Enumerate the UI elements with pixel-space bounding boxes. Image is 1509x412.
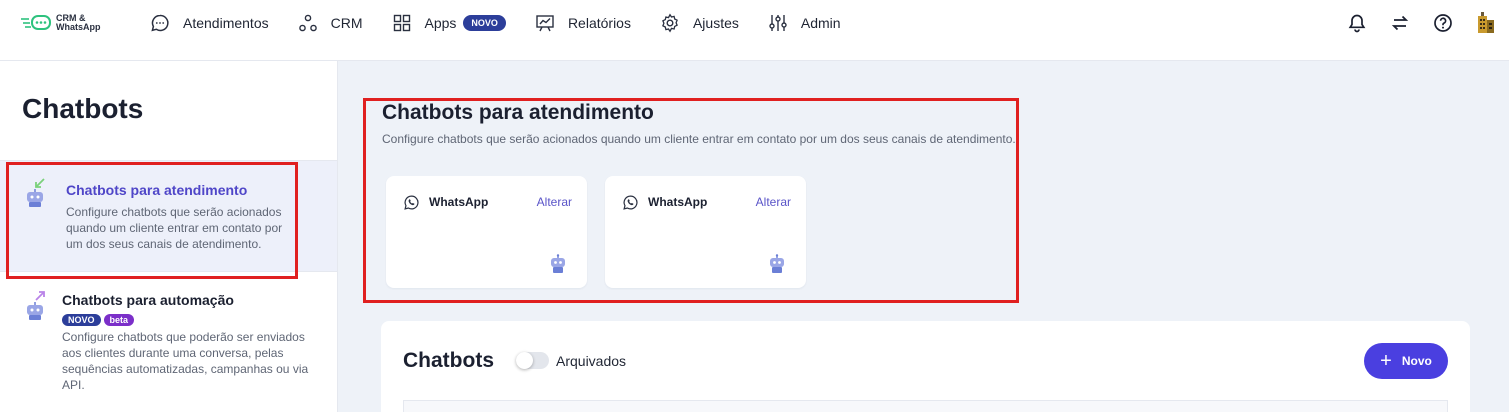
page-subtitle: Configure chatbots que serão acionados q… (382, 132, 1016, 146)
nav-label: CRM (330, 15, 363, 31)
chart-board-icon (536, 15, 554, 32)
sidebar-item-title: Chatbots para atendimento (66, 182, 248, 198)
logo-icon (21, 15, 51, 30)
help-circle-icon (1434, 14, 1452, 32)
main-nav: Atendimentos CRM Apps NOVO Relatórios Aj… (150, 12, 870, 34)
bell-icon (1348, 14, 1366, 33)
notifications-button[interactable] (1346, 12, 1368, 34)
gear-icon (662, 13, 678, 33)
archived-toggle-label: Arquivados (556, 353, 627, 369)
robot-icon (551, 254, 565, 273)
sidebar-item-chatbots-automacao[interactable]: Chatbots para automação NOVO beta Configu… (0, 271, 337, 412)
list-title: Chatbots (403, 349, 494, 372)
sidebar-item-description: Configure chatbots que serão acionados q… (66, 205, 283, 251)
nav-item-atendimentos[interactable]: Atendimentos (150, 13, 269, 33)
top-navbar: CRM & WhatsApp Atendimentos CRM Apps NOV… (0, 0, 1509, 61)
sidebar: Chatbots Chatbots para atendimento Confi… (0, 61, 338, 412)
nav-item-ajustes[interactable]: Ajustes (660, 13, 739, 33)
new-button-label: Novo (1401, 354, 1432, 368)
plus-icon: + (1380, 350, 1392, 372)
change-link[interactable]: Alterar (537, 195, 572, 209)
company-avatar[interactable] (1475, 12, 1497, 34)
sidebar-title: Chatbots (22, 93, 144, 124)
grid-icon (393, 14, 410, 32)
brand-logo[interactable]: CRM & WhatsApp (20, 12, 120, 34)
page-title: Chatbots para atendimento (382, 101, 654, 124)
nav-label: Relatórios (567, 15, 631, 31)
whatsapp-icon (623, 195, 638, 210)
channel-name: WhatsApp (648, 195, 708, 209)
top-actions (1325, 12, 1497, 34)
channel-card[interactable]: WhatsApp Alterar (605, 176, 806, 288)
bot-outgoing-icon (27, 291, 45, 320)
nav-label: Ajustes (692, 15, 739, 31)
change-link[interactable]: Alterar (756, 195, 791, 209)
nav-item-relatorios[interactable]: Relatórios (535, 13, 631, 33)
new-badge: NOVO (62, 314, 101, 326)
swap-arrows-icon (1391, 15, 1409, 31)
nav-item-admin[interactable]: Admin (768, 13, 841, 33)
nav-item-crm[interactable]: CRM (298, 13, 363, 33)
whatsapp-icon (404, 195, 419, 210)
nav-label: Apps (424, 15, 457, 31)
nodes-icon (298, 14, 317, 32)
chatbots-list-panel: Chatbots Arquivados + Novo (381, 321, 1470, 412)
nav-item-apps[interactable]: Apps NOVO (392, 13, 506, 33)
help-button[interactable] (1432, 12, 1454, 34)
bot-incoming-icon (27, 178, 45, 207)
switch-button[interactable] (1389, 12, 1411, 34)
building-icon (1478, 12, 1494, 33)
chat-bubble-icon (151, 14, 169, 32)
nav-label: Admin (800, 15, 841, 31)
sidebar-item-chatbots-atendimento[interactable]: Chatbots para atendimento Configure chat… (0, 160, 337, 271)
sidebar-item-title: Chatbots para automação (62, 292, 234, 308)
sliders-icon (769, 15, 787, 31)
channel-card[interactable]: WhatsApp Alterar (386, 176, 587, 288)
robot-icon (770, 254, 784, 273)
sidebar-item-description: Configure chatbots que poderão ser envia… (62, 330, 309, 392)
channel-name: WhatsApp (429, 195, 489, 209)
chatbots-table (403, 400, 1448, 412)
beta-badge: beta (103, 314, 135, 326)
archived-toggle[interactable] (516, 352, 549, 369)
logo-text: CRM & WhatsApp (56, 13, 101, 32)
sidebar-item-badges: NOVO beta (62, 310, 137, 328)
nav-label: Atendimentos (183, 15, 269, 31)
new-chatbot-button[interactable]: + Novo (1364, 343, 1448, 379)
new-badge: NOVO (463, 15, 506, 31)
